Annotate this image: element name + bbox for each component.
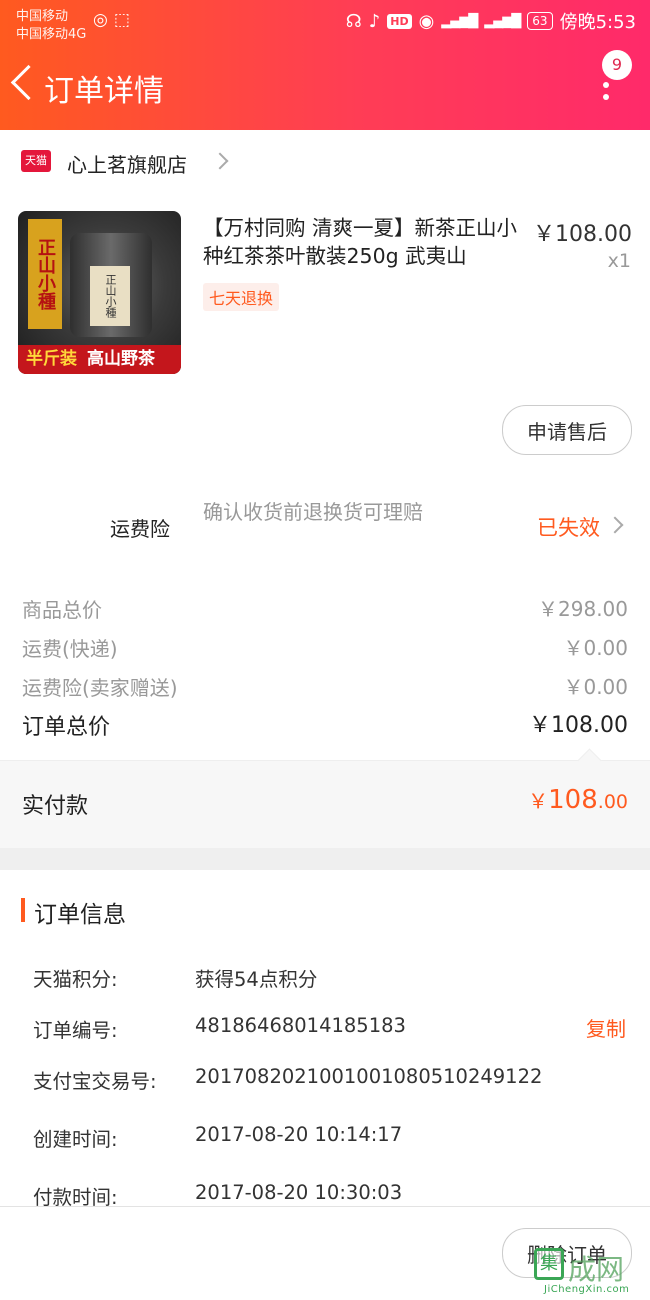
signal-icon: ▂▄▆█ (441, 13, 478, 29)
alipay-trade-label: 支付宝交易号: (33, 1070, 157, 1093)
status-time: 傍晚5:53 (559, 12, 636, 33)
chevron-right-icon (211, 152, 229, 170)
paid-integer: 108 (548, 785, 598, 815)
message-badge[interactable]: 9 (602, 50, 632, 80)
subtotal-label: 商品总价 (22, 598, 102, 622)
points-label: 天猫积分: (33, 968, 118, 991)
strip-right: 高山野茶 (87, 349, 155, 369)
shipping-insurance-value: ￥0.00 (563, 675, 628, 699)
status-left-icons: ◎ ⬚ (93, 10, 130, 30)
order-total-label: 订单总价 (22, 715, 111, 740)
watermark-text: 成网 (568, 1253, 625, 1286)
insurance-description: 确认收货前退换货可理赔 (203, 500, 423, 524)
paid-time-value: 2017-08-20 10:30:03 (195, 1181, 403, 1204)
created-time-label: 创建时间: (33, 1128, 118, 1151)
order-number-label: 订单编号: (33, 1019, 118, 1042)
paid-decimal: .00 (597, 791, 628, 813)
shop-row[interactable]: 天猫 心上茗旗舰店 (0, 130, 650, 192)
dot (603, 94, 609, 100)
hd-icon: HD (387, 13, 412, 29)
strip-left: 半斤装 (26, 349, 77, 369)
product-price: ￥108.00 (533, 222, 632, 247)
status-right: ☊ ♪ HD ◉ ▂▄▆█ ▂▄▆█ 63 傍晚5:53 (346, 8, 636, 34)
headphone-icon: ☊ (345, 10, 362, 32)
mute-icon: ♪ (368, 10, 381, 32)
paid-section: 实付款 ￥108.00 (0, 760, 650, 848)
insurance-status[interactable]: 已失效 (537, 512, 600, 542)
chevron-right-icon[interactable] (606, 516, 624, 534)
watermark: 集 成网 JiChengXin.com (534, 1248, 650, 1300)
top-bar: 中国移动 中国移动4G ◎ ⬚ ☊ ♪ HD ◉ ▂▄▆█ ▂▄▆█ 63 傍晚… (0, 0, 650, 130)
paid-label: 实付款 (22, 794, 89, 819)
section-accent-bar (21, 898, 25, 922)
status-bar: 中国移动 中国移动4G ◎ ⬚ ☊ ♪ HD ◉ ▂▄▆█ ▂▄▆█ 63 傍晚… (0, 0, 650, 44)
order-total-value: ￥108.00 (529, 713, 628, 738)
tmall-icon: 天猫 (21, 150, 51, 172)
paid-currency: ￥ (528, 789, 549, 813)
paid-amount: ￥108.00 (528, 785, 628, 815)
product-image[interactable]: 正山小種 正山小種 半斤装 高山野茶 (18, 211, 181, 374)
insurance-label: 运费险 (110, 517, 170, 541)
watermark-logo: 集 (534, 1248, 564, 1280)
product-title[interactable]: 【万村同购 清爽一夏】新茶正山小种红茶茶叶散装250g 武夷山 (203, 214, 519, 270)
after-sale-button[interactable]: 申请售后 (502, 405, 632, 455)
created-time-value: 2017-08-20 10:14:17 (195, 1123, 403, 1146)
carrier-1: 中国移动 (16, 9, 69, 24)
shop-name[interactable]: 心上茗旗舰店 (67, 149, 187, 178)
section-divider (0, 848, 650, 870)
points-value: 获得54点积分 (195, 968, 318, 991)
order-number-value: 48186468014185183 (195, 1014, 406, 1037)
shipping-value: ￥0.00 (563, 636, 628, 660)
carrier-2: 中国移动4G (16, 27, 87, 42)
product-image-strip: 半斤装 高山野茶 (18, 345, 181, 374)
weibo-icon: ◎ (93, 10, 108, 30)
product-quantity: x1 (607, 250, 631, 272)
alipay-trade-value: 2017082021001001080510249122 (195, 1065, 543, 1088)
back-arrow-icon[interactable] (10, 62, 38, 106)
subtotal-value: ￥298.00 (538, 597, 628, 621)
page-title: 订单详情 (44, 74, 164, 109)
eye-icon: ◉ (418, 10, 435, 32)
location-icon: ⬚ (113, 10, 130, 30)
watermark-url: JiChengXin.com (544, 1284, 630, 1295)
product-image-vertical-text: 正山小種 (28, 219, 62, 329)
signal-4g-icon: ▂▄▆█ (484, 13, 521, 29)
return-policy-tag: 七天退换 (203, 283, 280, 311)
copy-button[interactable]: 复制 (586, 1013, 626, 1042)
shipping-label: 运费(快递) (22, 637, 118, 661)
order-info-title: 订单信息 (34, 902, 126, 928)
dot (603, 82, 609, 88)
tea-can-label: 正山小種 (90, 266, 130, 326)
shipping-insurance-label: 运费险(卖家赠送) (22, 676, 178, 700)
battery-icon: 63 (527, 12, 553, 30)
